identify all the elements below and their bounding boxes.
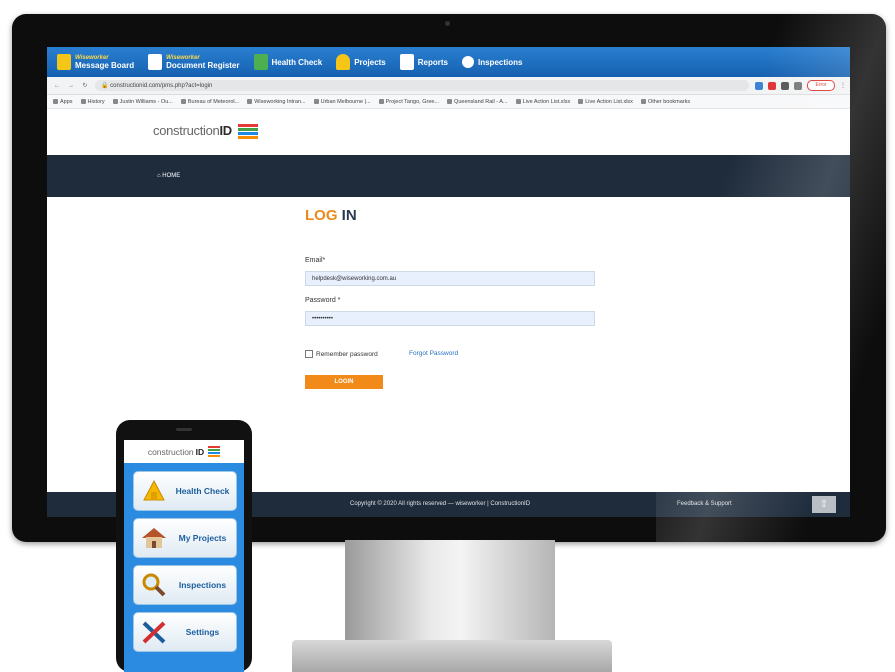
url-input[interactable]: 🔒 constructionid.com/pms.php?act=login: [95, 80, 749, 91]
camera: [445, 21, 450, 26]
extension-icon[interactable]: [781, 81, 789, 90]
bookmark-icon: [640, 99, 646, 104]
bookmark-icon: [313, 99, 319, 104]
bookmark-icon: [112, 99, 118, 104]
reports-icon: [399, 54, 414, 70]
bookmark-item[interactable]: Live Action List.xlsx: [578, 99, 633, 105]
login-button[interactable]: LOGIN: [305, 375, 383, 389]
home-icon: ⌂: [157, 173, 161, 179]
magnifier-icon: [139, 571, 169, 599]
menu-icon[interactable]: ⋮: [840, 82, 846, 90]
tools-icon: [139, 618, 169, 646]
phone-logo: construction ID: [124, 440, 244, 463]
bookmark-item[interactable]: Queensland Rail - A...: [447, 99, 508, 105]
logo-bars-icon: [238, 124, 259, 140]
phone-button-label: Settings: [185, 627, 220, 637]
lock-icon: 🔒: [101, 83, 111, 89]
login-title: LOG IN: [305, 207, 357, 224]
toolbar-health-check[interactable]: Health Check: [253, 54, 322, 70]
extension-icon[interactable]: [794, 81, 802, 90]
bookmark-item[interactable]: Project Tango, Gree...: [378, 99, 439, 105]
bookmark-item[interactable]: History: [80, 99, 105, 105]
house-icon: [139, 524, 169, 552]
footer-copyright: Copyright © 2020 All rights reserved — w…: [350, 501, 531, 507]
bookmark-icon: [378, 99, 384, 104]
phone-screen: construction ID Health Check My Projects …: [124, 440, 244, 672]
bookmark-item[interactable]: Urban Melbourne |...: [313, 99, 371, 105]
bookmark-icon: [180, 99, 186, 104]
logo-bars-icon: [208, 446, 221, 457]
hardhat-icon: [336, 54, 351, 70]
password-field[interactable]: ••••••••••: [305, 311, 595, 326]
phone-button-label: Health Check: [175, 486, 230, 496]
email-label: Email*: [305, 257, 326, 264]
phone-health-check-button[interactable]: Health Check: [133, 471, 237, 511]
extension-icon[interactable]: [755, 81, 763, 90]
bookmark-item[interactable]: Justin Williams - Ou...: [112, 99, 173, 105]
nav-home[interactable]: ⌂ HOME: [157, 173, 180, 179]
toolbar-inspections[interactable]: Inspections: [462, 56, 522, 68]
forward-icon[interactable]: →: [67, 83, 75, 89]
phone-my-projects-button[interactable]: My Projects: [133, 518, 237, 558]
toolbar-reports[interactable]: Reports: [399, 54, 448, 70]
magnifier-icon: [462, 56, 474, 68]
bookmark-icon: [447, 99, 453, 104]
health-check-icon: [139, 477, 169, 505]
feedback-support-link[interactable]: Feedback & Support: [677, 501, 732, 507]
bookmark-icon: [53, 99, 58, 104]
reload-icon[interactable]: ↻: [81, 82, 89, 89]
bookmark-item[interactable]: Other bookmarks: [640, 99, 690, 105]
remember-password-checkbox[interactable]: Remember password: [305, 350, 378, 358]
plus-icon: [253, 54, 268, 70]
bookmark-item[interactable]: Wiseworking Intran...: [247, 99, 306, 105]
password-label: Password *: [305, 297, 341, 304]
bookmarks-bar: Apps History Justin Williams - Ou... Bureau…: [47, 95, 850, 109]
toolbar-projects[interactable]: Projects: [336, 54, 386, 70]
message-board-icon: [57, 54, 71, 70]
monitor-stand-base: [292, 640, 612, 672]
phone-button-label: My Projects: [178, 533, 227, 543]
browser-address-bar: ← → ↻ 🔒 constructionid.com/pms.php?act=l…: [47, 77, 850, 95]
checkbox-icon: [305, 350, 313, 358]
phone: construction ID Health Check My Projects …: [116, 420, 252, 672]
phone-speaker: [176, 428, 192, 431]
toolbar-document-register[interactable]: Wiseworker Document Register: [148, 54, 240, 70]
phone-settings-button[interactable]: Settings: [133, 612, 237, 652]
toolbar-message-board[interactable]: Wiseworker Message Board: [57, 54, 134, 70]
scroll-top-button[interactable]: ⇧: [812, 496, 836, 513]
bookmark-item[interactable]: Apps: [53, 99, 73, 105]
forgot-password-link[interactable]: Forgot Password: [409, 350, 458, 357]
email-field[interactable]: helpdesk@wiseworking.com.au: [305, 271, 595, 286]
bookmark-icon: [247, 99, 253, 104]
phone-inspections-button[interactable]: Inspections: [133, 565, 237, 605]
app-toolbar: Wiseworker Message Board Wiseworker Docume…: [47, 47, 850, 77]
phone-button-label: Inspections: [178, 580, 227, 590]
back-icon[interactable]: ←: [53, 83, 61, 89]
constructionid-logo[interactable]: constructionID: [153, 123, 259, 140]
site-header: constructionID: [47, 109, 850, 155]
bookmark-icon: [80, 99, 86, 104]
bookmark-item[interactable]: Live Action List.xlsx: [515, 99, 570, 105]
bookmark-icon: [515, 99, 521, 104]
bookmark-icon: [578, 99, 584, 104]
error-button[interactable]: Error: [807, 80, 835, 91]
document-icon: [148, 54, 163, 70]
site-nav: ⌂ HOME: [47, 155, 850, 197]
extensions: Error ⋮: [755, 80, 846, 91]
bookmark-item[interactable]: Bureau of Meteorol...: [180, 99, 239, 105]
extension-icon[interactable]: [768, 81, 776, 90]
